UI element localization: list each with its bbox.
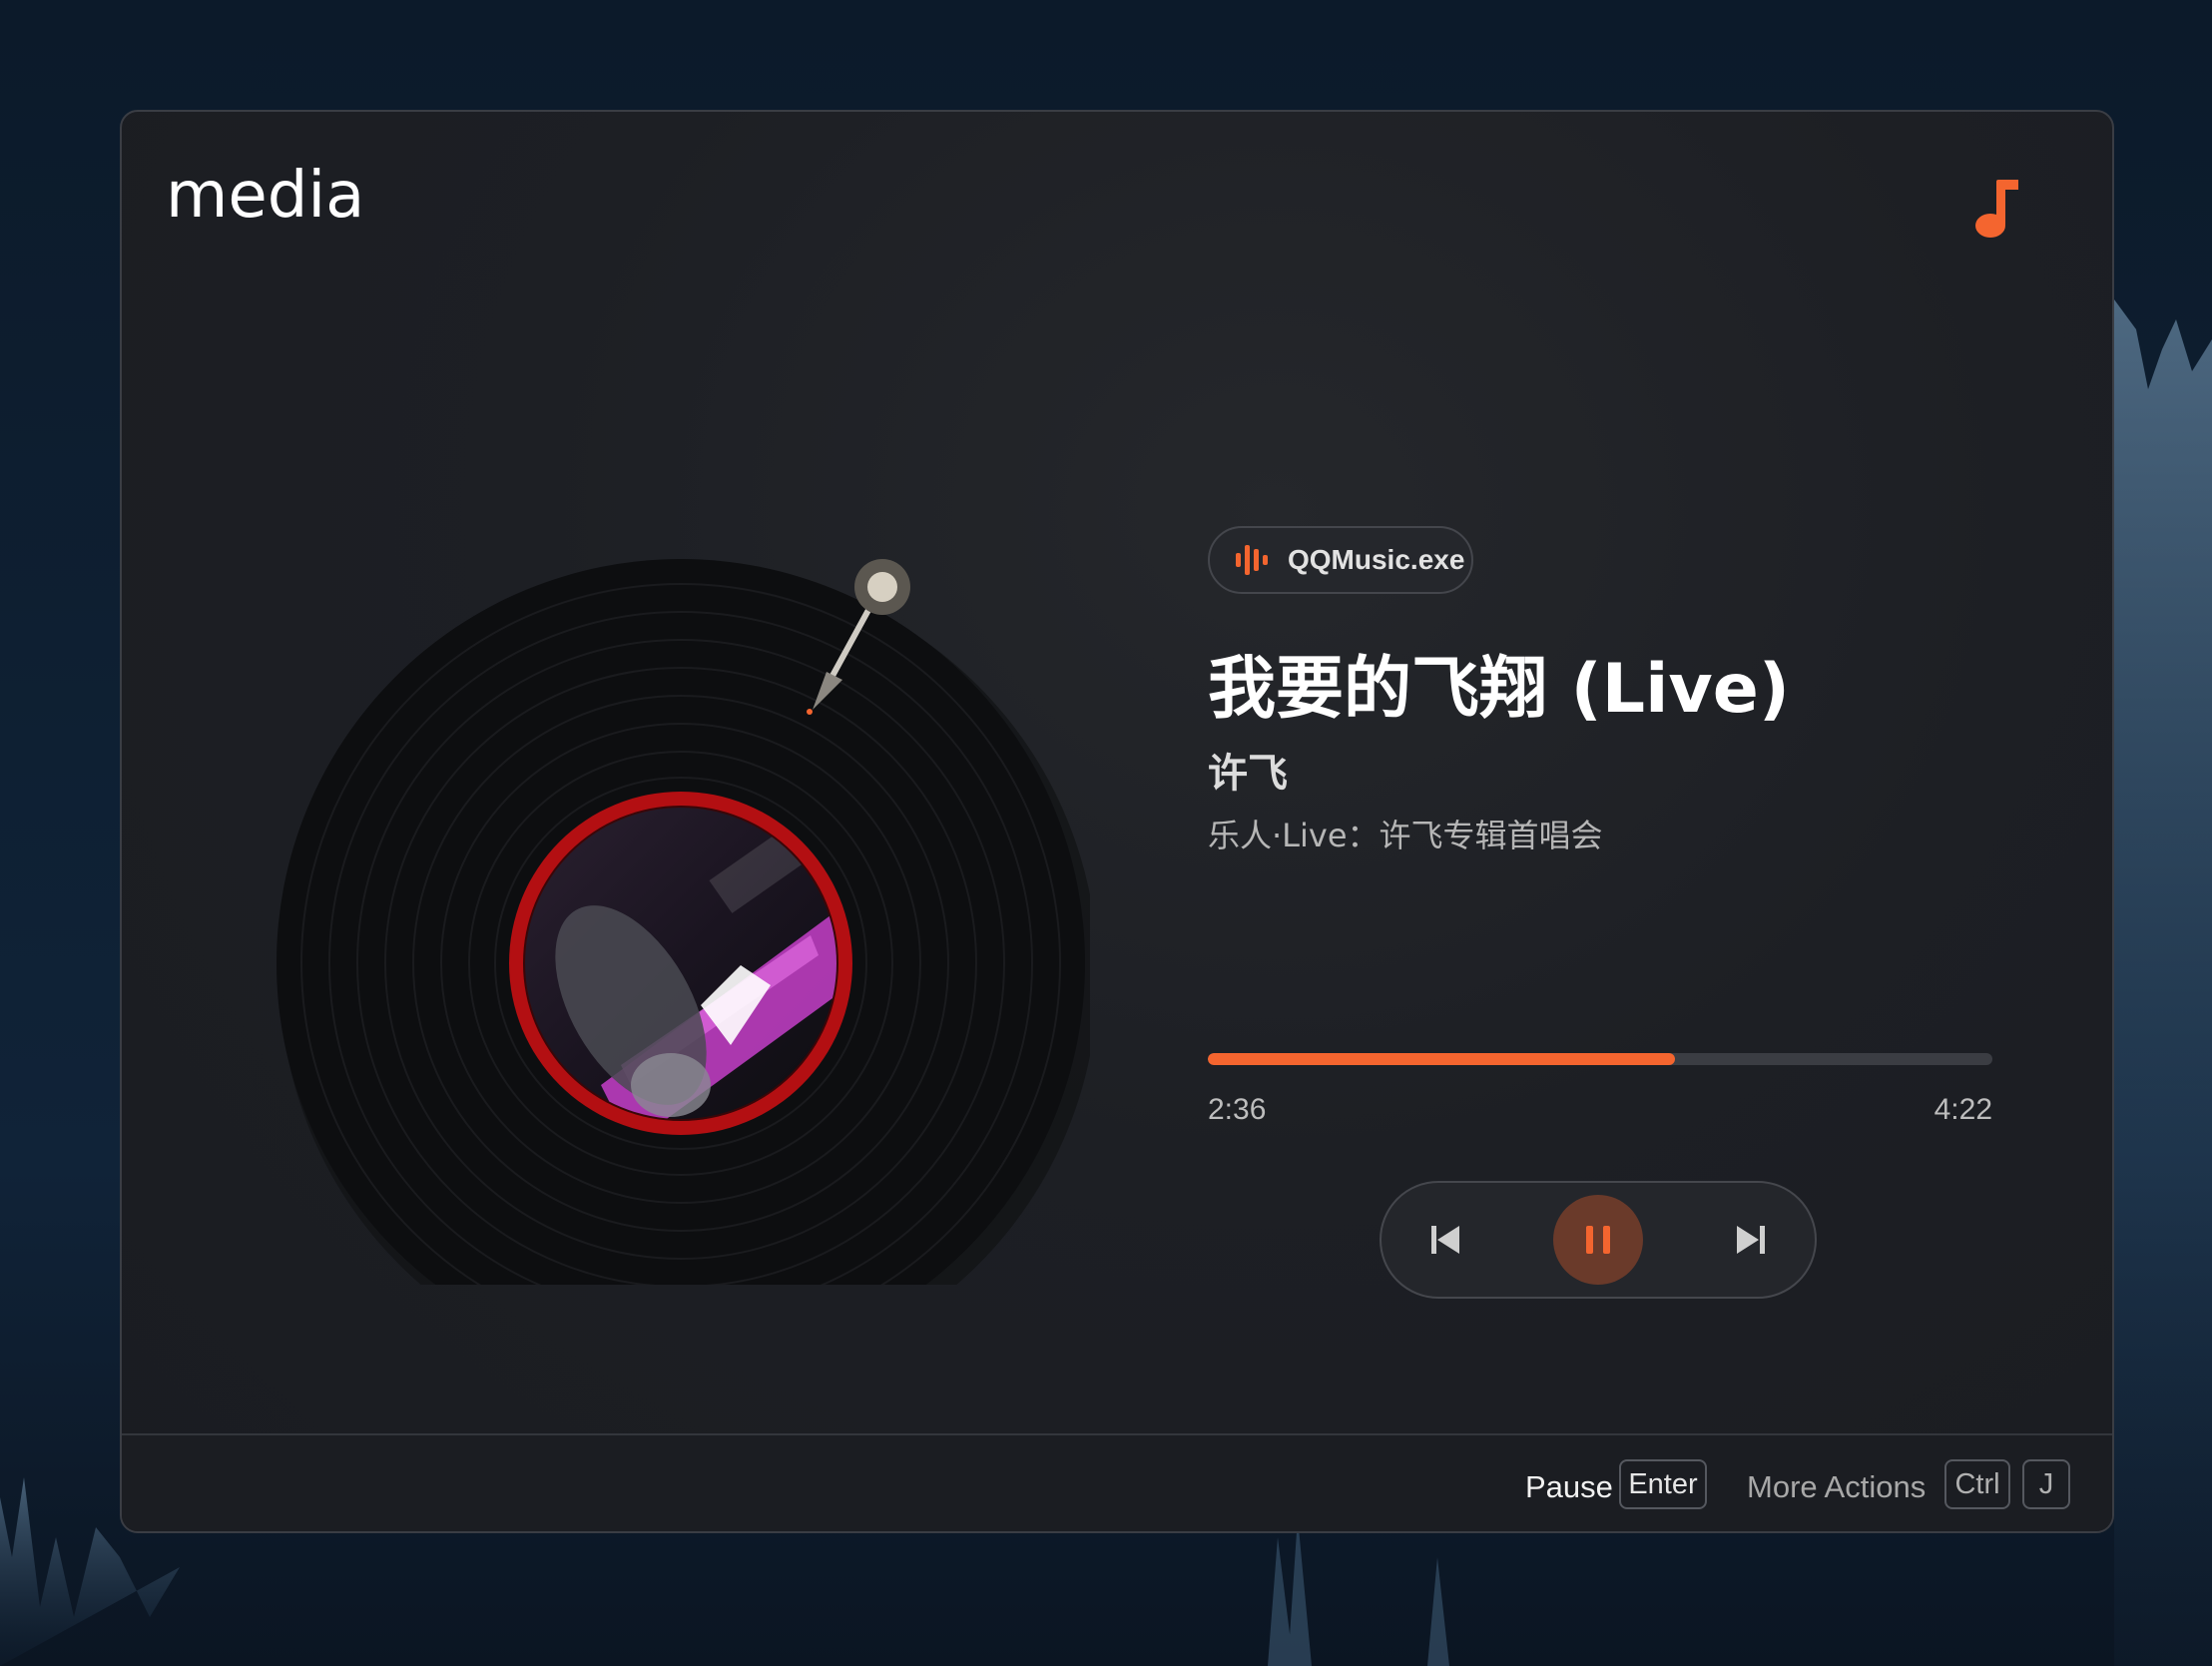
ctrl-key-hint: Ctrl xyxy=(1944,1459,2010,1509)
window-title: media xyxy=(166,159,365,233)
artist-name: 许飞 xyxy=(1208,751,1288,797)
vinyl-record xyxy=(276,559,1090,1285)
progress-bar[interactable] xyxy=(1208,1053,1992,1065)
source-app-label: QQMusic.exe xyxy=(1288,544,1465,575)
song-title: 我要的飞翔 (Live) xyxy=(1208,650,1790,729)
media-window: media QQMusic.exe 我要的飞翔 (Live) 许飞 乐人·Liv… xyxy=(120,110,2114,1533)
album-name: 乐人·Live：许飞专辑首唱会 xyxy=(1208,817,1603,854)
playback-controls xyxy=(1380,1181,1817,1299)
more-actions-label[interactable]: More Actions xyxy=(1747,1471,1926,1502)
j-key-hint: J xyxy=(2022,1459,2070,1509)
music-note-icon xyxy=(1975,180,2018,238)
pause-action-label[interactable]: Pause xyxy=(1525,1471,1613,1502)
enter-key-hint: Enter xyxy=(1619,1459,1707,1509)
total-time: 4:22 xyxy=(1934,1093,1992,1126)
skip-next-icon xyxy=(1737,1226,1765,1254)
previous-button[interactable] xyxy=(1389,1183,1499,1297)
pause-button[interactable] xyxy=(1553,1195,1643,1285)
source-app-pill[interactable]: QQMusic.exe xyxy=(1208,526,1473,594)
pause-icon xyxy=(1586,1226,1610,1254)
action-bar: Pause Enter More Actions Ctrl J xyxy=(122,1433,2112,1531)
progress-fill xyxy=(1208,1053,1675,1065)
audio-bars-icon xyxy=(1236,545,1268,575)
skip-previous-icon xyxy=(1431,1226,1459,1254)
elapsed-time: 2:36 xyxy=(1208,1093,1267,1126)
next-button[interactable] xyxy=(1697,1183,1807,1297)
